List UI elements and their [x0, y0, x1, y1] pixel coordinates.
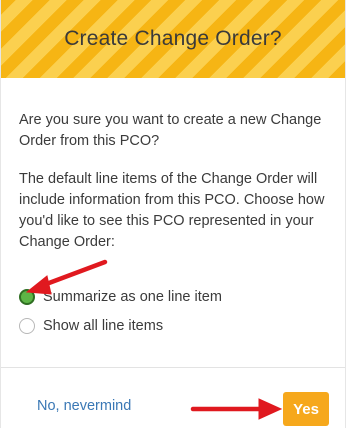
create-change-order-dialog: Create Change Order? Are you sure you wa… — [0, 0, 346, 428]
red-arrow-icon — [190, 398, 283, 420]
